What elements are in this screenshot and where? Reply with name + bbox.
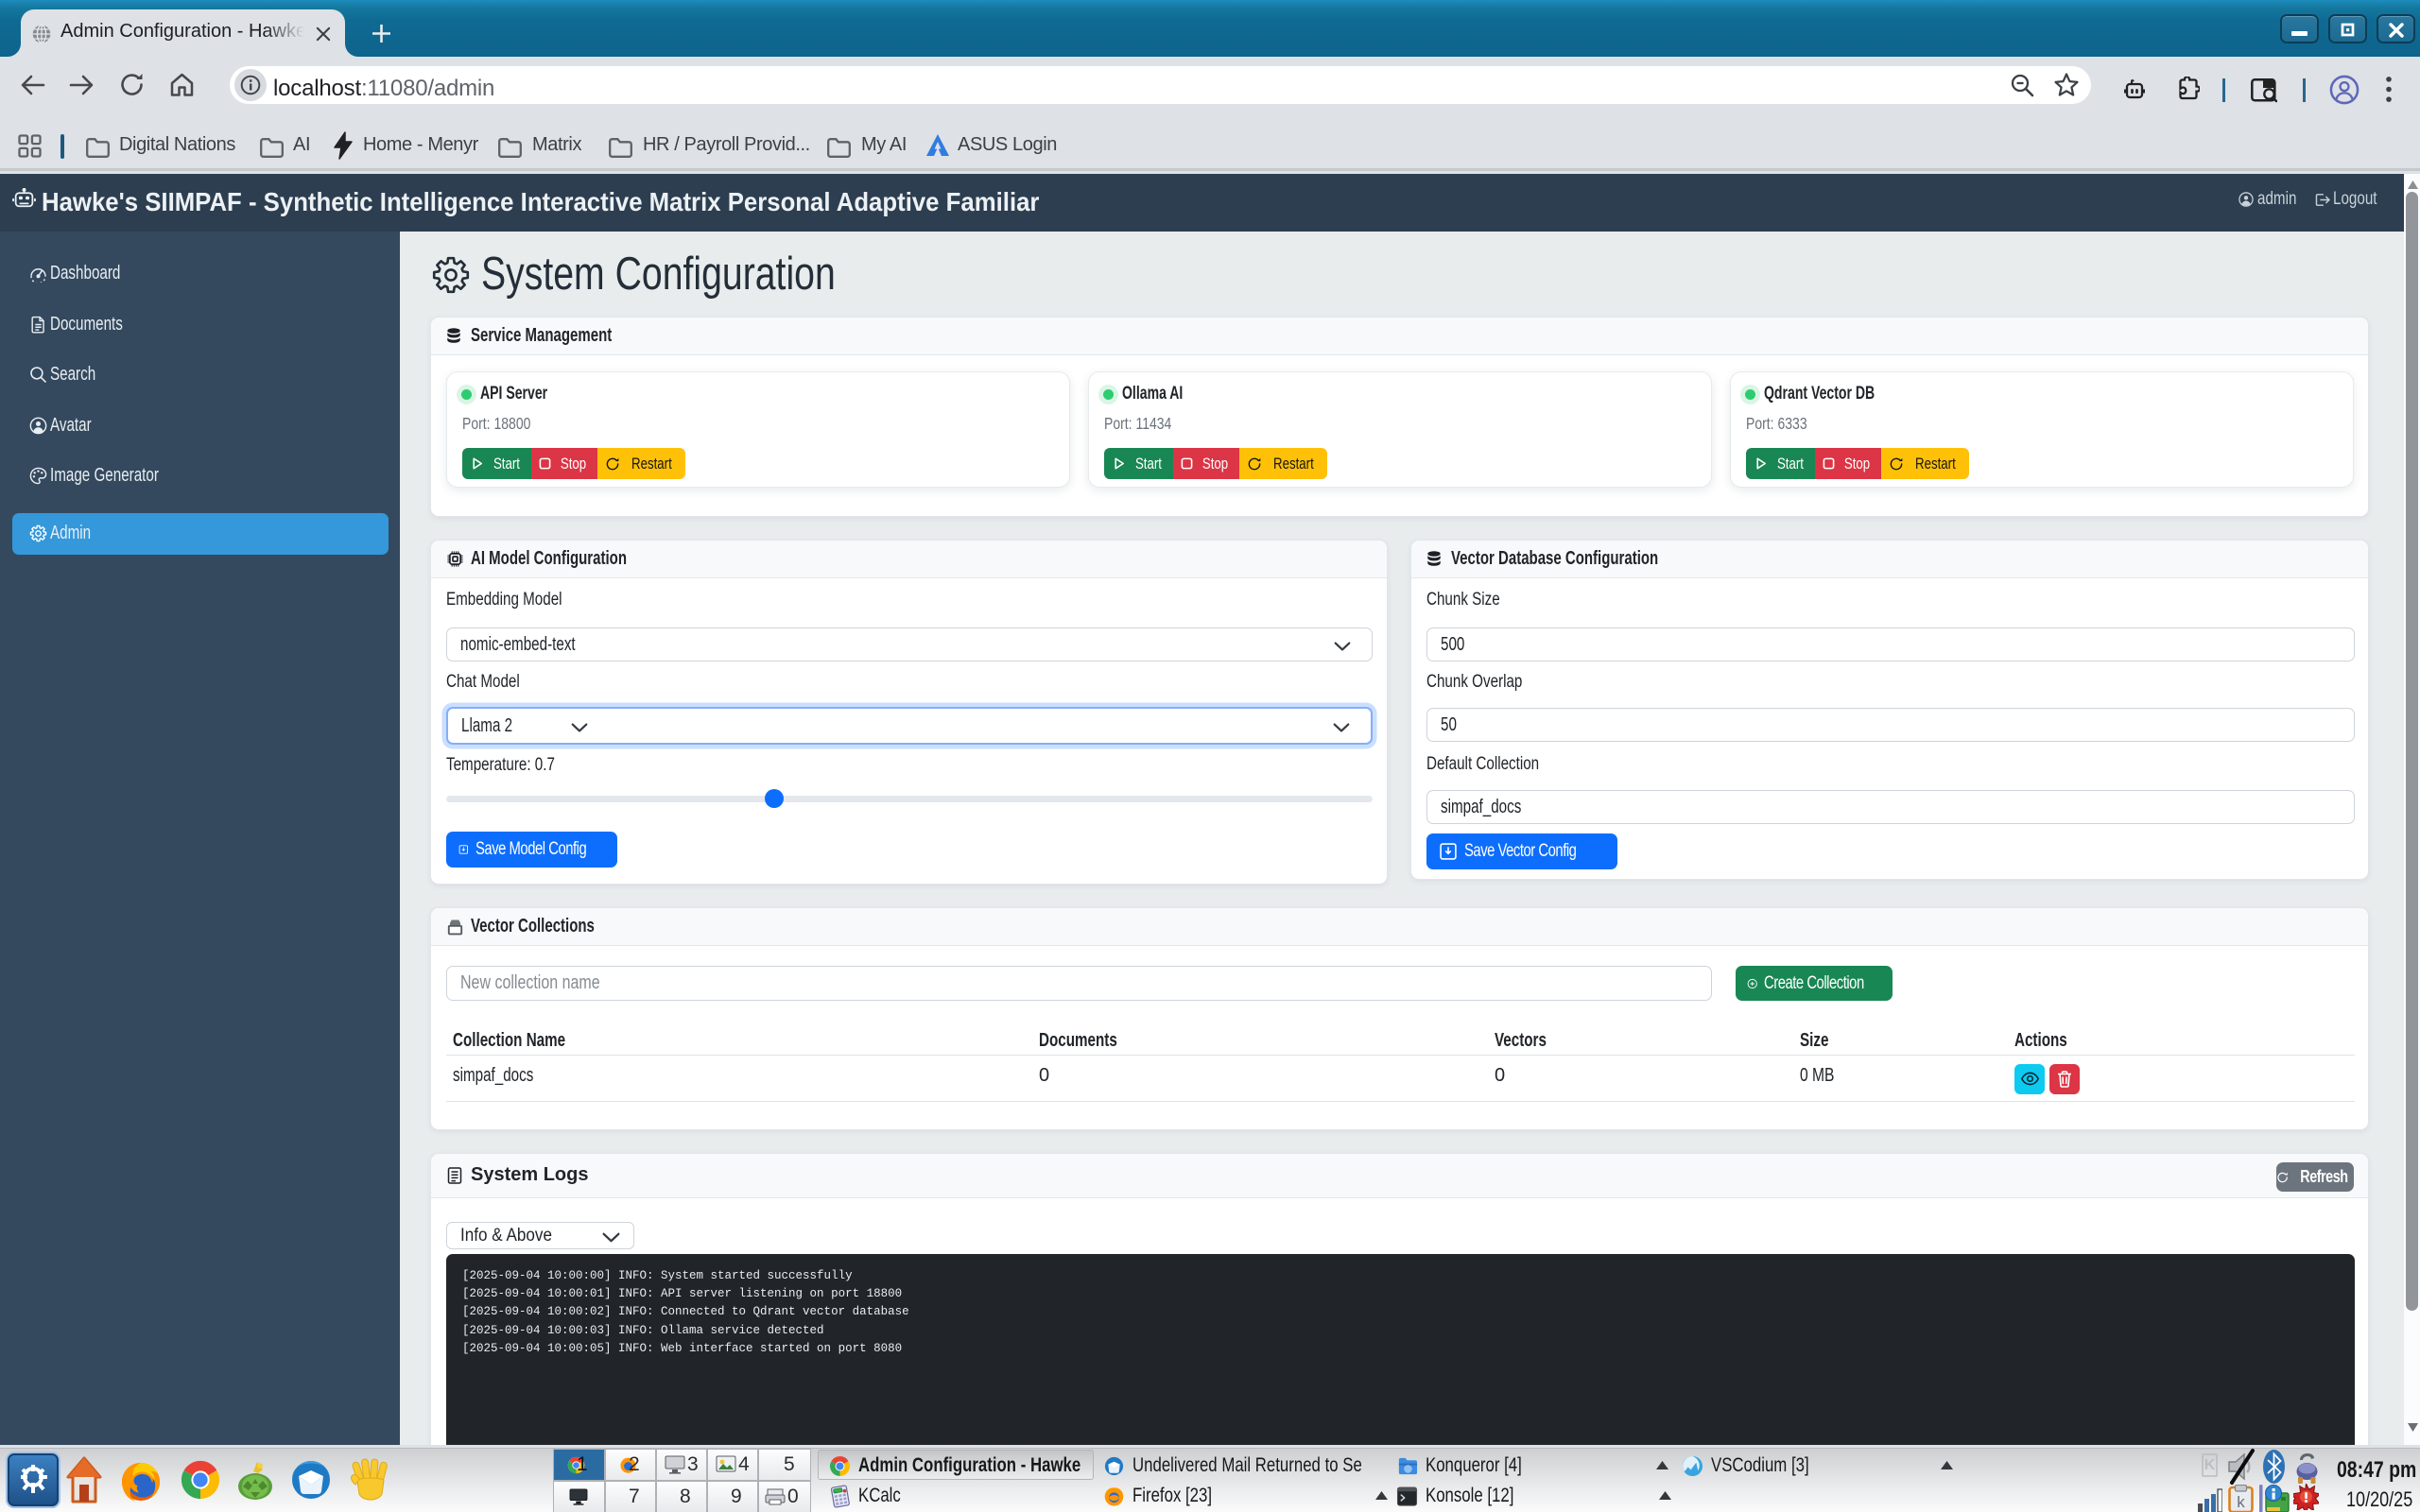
- svg-text:k: k: [2237, 1493, 2245, 1511]
